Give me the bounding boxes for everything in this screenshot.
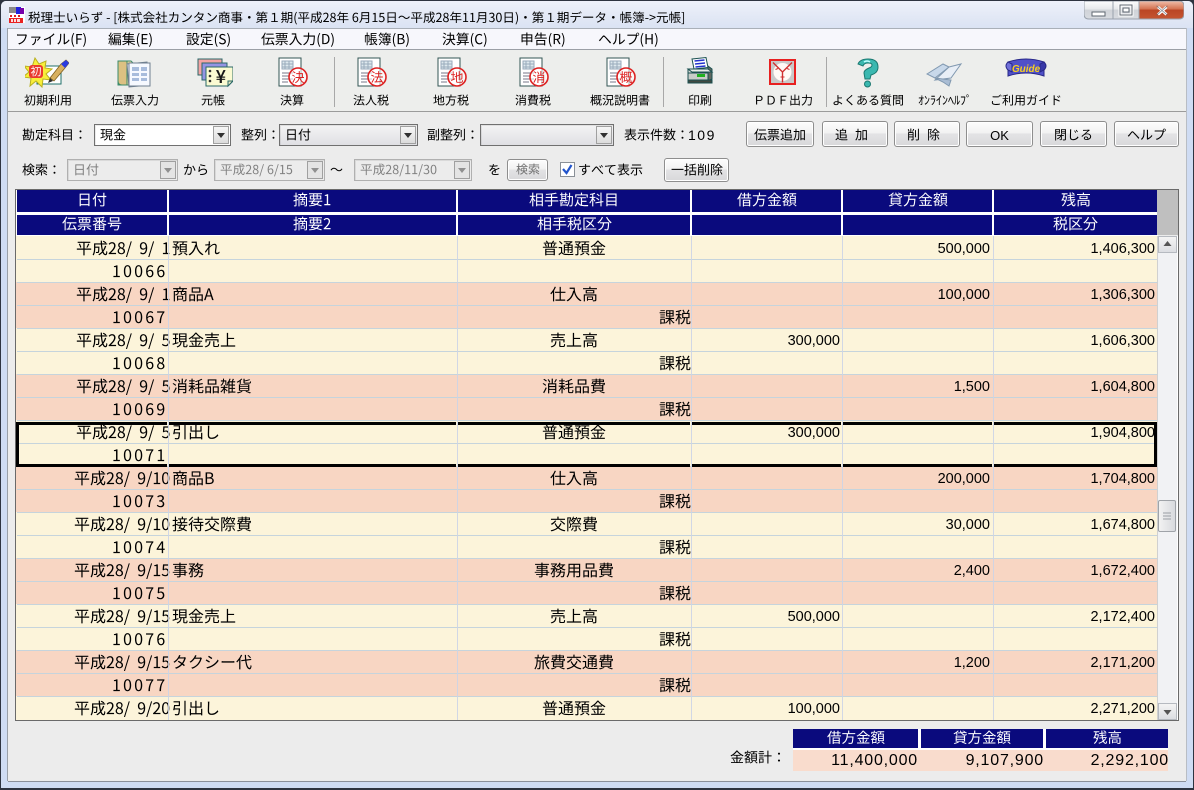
svg-text:Guide: Guide (1012, 64, 1041, 75)
